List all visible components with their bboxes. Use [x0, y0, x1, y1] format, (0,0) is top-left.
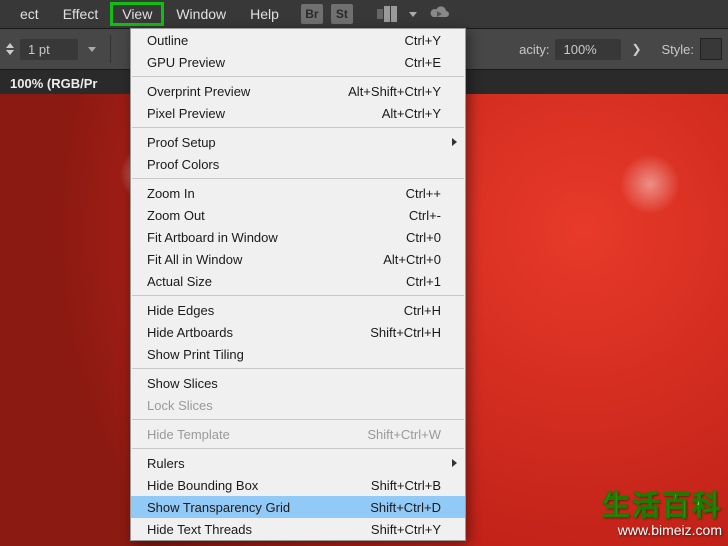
menu-separator [132, 295, 464, 296]
menu-item-lock-slices: Lock Slices [131, 394, 465, 416]
menu-item-fit-all-in-window[interactable]: Fit All in WindowAlt+Ctrl+0 [131, 248, 465, 270]
menu-item-shortcut: Shift+Ctrl+D [370, 500, 441, 515]
menu-item-shortcut: Alt+Ctrl+0 [383, 252, 441, 267]
menu-item-label: Pixel Preview [147, 106, 382, 121]
view-dropdown: OutlineCtrl+YGPU PreviewCtrl+EOverprint … [130, 28, 466, 541]
menu-item-window[interactable]: Window [164, 2, 238, 26]
menu-item-fit-artboard-in-window[interactable]: Fit Artboard in WindowCtrl+0 [131, 226, 465, 248]
menu-item-label: Hide Bounding Box [147, 478, 371, 493]
menu-item-label: Zoom Out [147, 208, 409, 223]
stock-icon[interactable]: St [331, 4, 353, 24]
menu-item-shortcut: Alt+Ctrl+Y [382, 106, 441, 121]
menu-item-hide-text-threads[interactable]: Hide Text ThreadsShift+Ctrl+Y [131, 518, 465, 540]
menu-item-label: Hide Template [147, 427, 367, 442]
menu-separator [132, 76, 464, 77]
opacity-field[interactable]: 100% [555, 39, 621, 60]
menu-item-pixel-preview[interactable]: Pixel PreviewAlt+Ctrl+Y [131, 102, 465, 124]
menu-item-shortcut: Ctrl+H [404, 303, 441, 318]
menu-item-label: Fit All in Window [147, 252, 383, 267]
menu-item-shortcut: Shift+Ctrl+Y [371, 522, 441, 537]
menu-item-label: Overprint Preview [147, 84, 348, 99]
menu-item-show-print-tiling[interactable]: Show Print Tiling [131, 343, 465, 365]
menu-item-label: Show Slices [147, 376, 441, 391]
menu-item-view[interactable]: View [110, 2, 164, 26]
sync-icon[interactable] [429, 3, 451, 26]
menu-separator [132, 127, 464, 128]
menu-item-label: Zoom In [147, 186, 406, 201]
workspace-icon[interactable] [377, 6, 397, 22]
menu-item-label: Outline [147, 33, 405, 48]
style-label: Style: [661, 42, 694, 57]
opacity-more[interactable]: ❯ [627, 40, 645, 58]
menu-item-show-slices[interactable]: Show Slices [131, 372, 465, 394]
bridge-icon[interactable]: Br [301, 4, 323, 24]
menu-item-shortcut: Ctrl+E [405, 55, 441, 70]
menu-item-hide-edges[interactable]: Hide EdgesCtrl+H [131, 299, 465, 321]
menubar: ect Effect View Window Help Br St [0, 0, 728, 29]
submenu-arrow-icon [452, 459, 457, 467]
menu-item-shortcut: Ctrl+- [409, 208, 441, 223]
menu-item-label: Fit Artboard in Window [147, 230, 406, 245]
toolbar-separator [110, 35, 111, 63]
workspace-dropdown[interactable] [405, 6, 421, 22]
menu-separator [132, 448, 464, 449]
menu-item-shortcut: Shift+Ctrl+B [371, 478, 441, 493]
menu-item-shortcut: Ctrl+Y [405, 33, 441, 48]
menu-item-proof-colors[interactable]: Proof Colors [131, 153, 465, 175]
menu-item-label: Proof Setup [147, 135, 441, 150]
menu-item-zoom-out[interactable]: Zoom OutCtrl+- [131, 204, 465, 226]
menu-item-label: Show Print Tiling [147, 347, 441, 362]
stroke-stepper[interactable] [6, 43, 14, 55]
menu-item-rulers[interactable]: Rulers [131, 452, 465, 474]
menu-item-hide-artboards[interactable]: Hide ArtboardsShift+Ctrl+H [131, 321, 465, 343]
menu-item-hide-bounding-box[interactable]: Hide Bounding BoxShift+Ctrl+B [131, 474, 465, 496]
menu-item-label: Rulers [147, 456, 441, 471]
menu-item-select-partial[interactable]: ect [8, 2, 51, 26]
menubar-icons: Br St [301, 3, 451, 26]
menu-item-zoom-in[interactable]: Zoom InCtrl++ [131, 182, 465, 204]
menu-item-label: Show Transparency Grid [147, 500, 370, 515]
menu-item-effect[interactable]: Effect [51, 2, 111, 26]
menu-item-label: Lock Slices [147, 398, 441, 413]
menu-separator [132, 178, 464, 179]
menu-item-label: GPU Preview [147, 55, 405, 70]
menu-item-help[interactable]: Help [238, 2, 291, 26]
menu-item-label: Hide Text Threads [147, 522, 371, 537]
menu-item-gpu-preview[interactable]: GPU PreviewCtrl+E [131, 51, 465, 73]
style-swatch[interactable] [700, 38, 722, 60]
menu-item-shortcut: Alt+Shift+Ctrl+Y [348, 84, 441, 99]
menu-item-shortcut: Shift+Ctrl+H [370, 325, 441, 340]
menu-item-hide-template: Hide TemplateShift+Ctrl+W [131, 423, 465, 445]
menu-item-show-transparency-grid[interactable]: Show Transparency GridShift+Ctrl+D [131, 496, 465, 518]
menu-item-outline[interactable]: OutlineCtrl+Y [131, 29, 465, 51]
menu-item-actual-size[interactable]: Actual SizeCtrl+1 [131, 270, 465, 292]
stroke-weight-dropdown[interactable] [84, 41, 100, 57]
menu-item-shortcut: Ctrl+1 [406, 274, 441, 289]
submenu-arrow-icon [452, 138, 457, 146]
menu-separator [132, 419, 464, 420]
menu-item-proof-setup[interactable]: Proof Setup [131, 131, 465, 153]
menu-item-label: Actual Size [147, 274, 406, 289]
menu-item-label: Hide Edges [147, 303, 404, 318]
menu-item-shortcut: Ctrl++ [406, 186, 441, 201]
menu-item-shortcut: Shift+Ctrl+W [367, 427, 441, 442]
menu-separator [132, 368, 464, 369]
opacity-label: acity: [519, 42, 549, 57]
menu-item-label: Hide Artboards [147, 325, 370, 340]
menu-item-overprint-preview[interactable]: Overprint PreviewAlt+Shift+Ctrl+Y [131, 80, 465, 102]
menu-item-label: Proof Colors [147, 157, 441, 172]
stroke-weight-field[interactable]: 1 pt [20, 39, 78, 60]
menu-item-shortcut: Ctrl+0 [406, 230, 441, 245]
